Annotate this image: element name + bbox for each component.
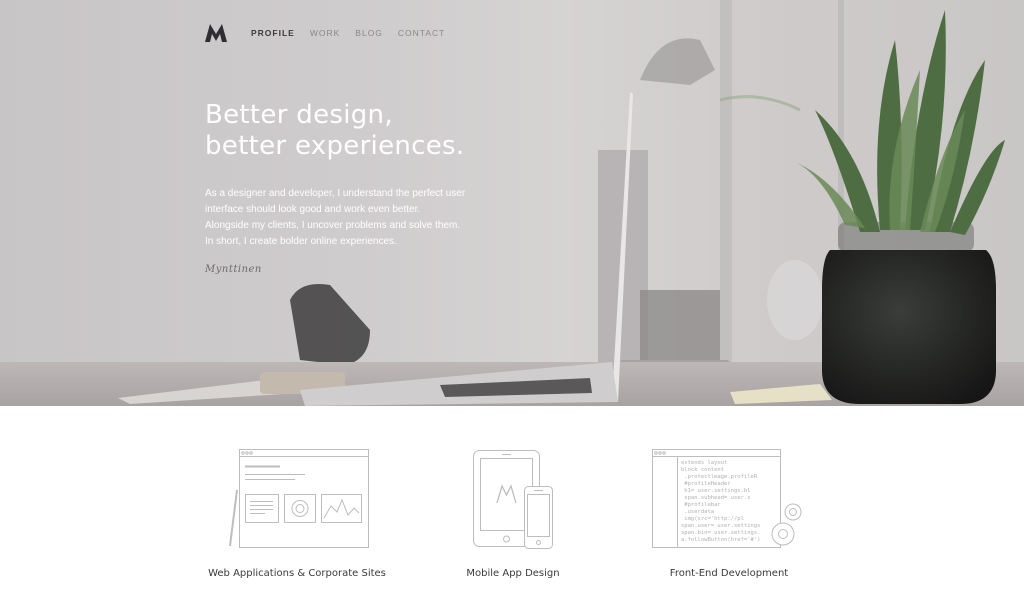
nav-blog[interactable]: BLOG — [355, 28, 383, 38]
code-line: span.user= user.settings — [681, 523, 760, 529]
code-line: span.subhead= user.s — [681, 495, 751, 501]
tablet-phone-icon — [473, 450, 553, 549]
service-mobile-app-design[interactable]: Mobile App Design — [413, 406, 613, 594]
hero-background-photo — [0, 0, 1024, 406]
hero-headline: Better design, better experiences. — [205, 100, 625, 162]
code-line: h1= user.settings.bl — [681, 488, 751, 494]
browser-wireframe-icon — [229, 449, 369, 548]
main-nav: PROFILE WORK BLOG CONTACT — [251, 28, 445, 38]
hero-section: PROFILE WORK BLOG CONTACT Better design,… — [0, 0, 1024, 406]
service-front-end-development[interactable]: extends layout block content .protectlmag… — [629, 406, 829, 594]
logo-icon[interactable] — [204, 22, 228, 44]
service-label: Mobile App Design — [466, 568, 560, 579]
services-section: Web Applications & Corporate Sites Mobil… — [0, 406, 1024, 594]
code-snippet: extends layout block content .protectlmag… — [681, 460, 760, 543]
code-editor-icon: extends layout block content .protectlmag… — [652, 449, 802, 548]
code-line: a.followButton(href='#') — [681, 537, 760, 543]
signature: Mynttinen — [205, 264, 262, 275]
intro-line-4: In short, I create bolder online experie… — [205, 236, 397, 247]
code-line: img(src='http://pl — [681, 516, 744, 522]
code-line: block content — [681, 467, 724, 473]
hero-intro: As a designer and developer, I understan… — [205, 186, 505, 250]
code-line: #profilebar — [681, 502, 721, 508]
headline-line-2: better experiences. — [205, 131, 465, 161]
code-line: .userdata — [681, 509, 714, 515]
service-label: Front-End Development — [669, 568, 789, 579]
code-line: extends layout — [681, 460, 727, 466]
intro-line-2: interface should look good and work even… — [205, 204, 421, 215]
nav-contact[interactable]: CONTACT — [398, 28, 445, 38]
nav-profile[interactable]: PROFILE — [251, 28, 295, 38]
code-line: span.bio= user.settings. — [681, 530, 760, 536]
intro-line-3: Alongside my clients, I uncover problems… — [205, 220, 461, 231]
nav-work[interactable]: WORK — [310, 28, 340, 38]
intro-line-1: As a designer and developer, I understan… — [205, 188, 466, 199]
headline-line-1: Better design, — [205, 100, 393, 130]
svg-text:extends layoutblock content .: extends layout block content .protectlmag… — [681, 460, 760, 543]
code-line: #profileHeader — [681, 481, 731, 487]
service-web-applications[interactable]: Web Applications & Corporate Sites — [197, 406, 397, 594]
code-line: .protectlmage.profileR — [681, 474, 758, 480]
service-label: Web Applications & Corporate Sites — [208, 568, 386, 579]
